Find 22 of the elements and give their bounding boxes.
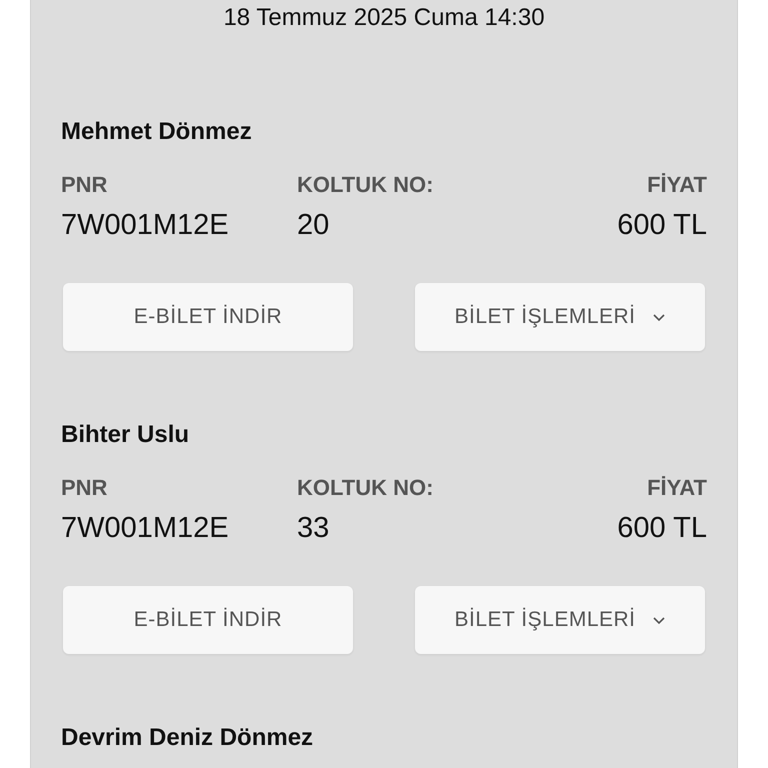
seat-value: 33 [297, 511, 330, 546]
seat-value: 20 [297, 208, 330, 243]
chevron-down-icon [652, 616, 666, 624]
passenger-name: Bihter Uslu [61, 420, 190, 450]
price-value: 600 TL [617, 208, 707, 243]
ticket-actions-dropdown[interactable]: BİLET İŞLEMLERİ [415, 586, 705, 654]
passenger-name: Mehmet Dönmez [61, 117, 253, 147]
passenger-name: Devrim Deniz Dönmez [61, 723, 314, 753]
pnr-value: 7W001M12E [61, 208, 230, 243]
price-value: 600 TL [617, 511, 707, 546]
download-ticket-button[interactable]: E-BİLET İNDİR [63, 586, 353, 654]
pnr-label: PNR [61, 172, 108, 198]
chevron-down-icon [652, 312, 666, 322]
seat-label: KOLTUK NO: [297, 172, 434, 198]
pnr-label: PNR [61, 475, 108, 501]
trip-date: 18 Temmuz 2025 Cuma 14:30 [222, 3, 546, 33]
pnr-value: 7W001M12E [61, 511, 230, 546]
seat-label: KOLTUK NO: [297, 475, 434, 501]
ticket-actions-dropdown[interactable]: BİLET İŞLEMLERİ [415, 283, 705, 351]
price-label: FİYAT [646, 172, 707, 198]
download-ticket-button[interactable]: E-BİLET İNDİR [63, 283, 353, 351]
price-label: FİYAT [646, 475, 707, 501]
